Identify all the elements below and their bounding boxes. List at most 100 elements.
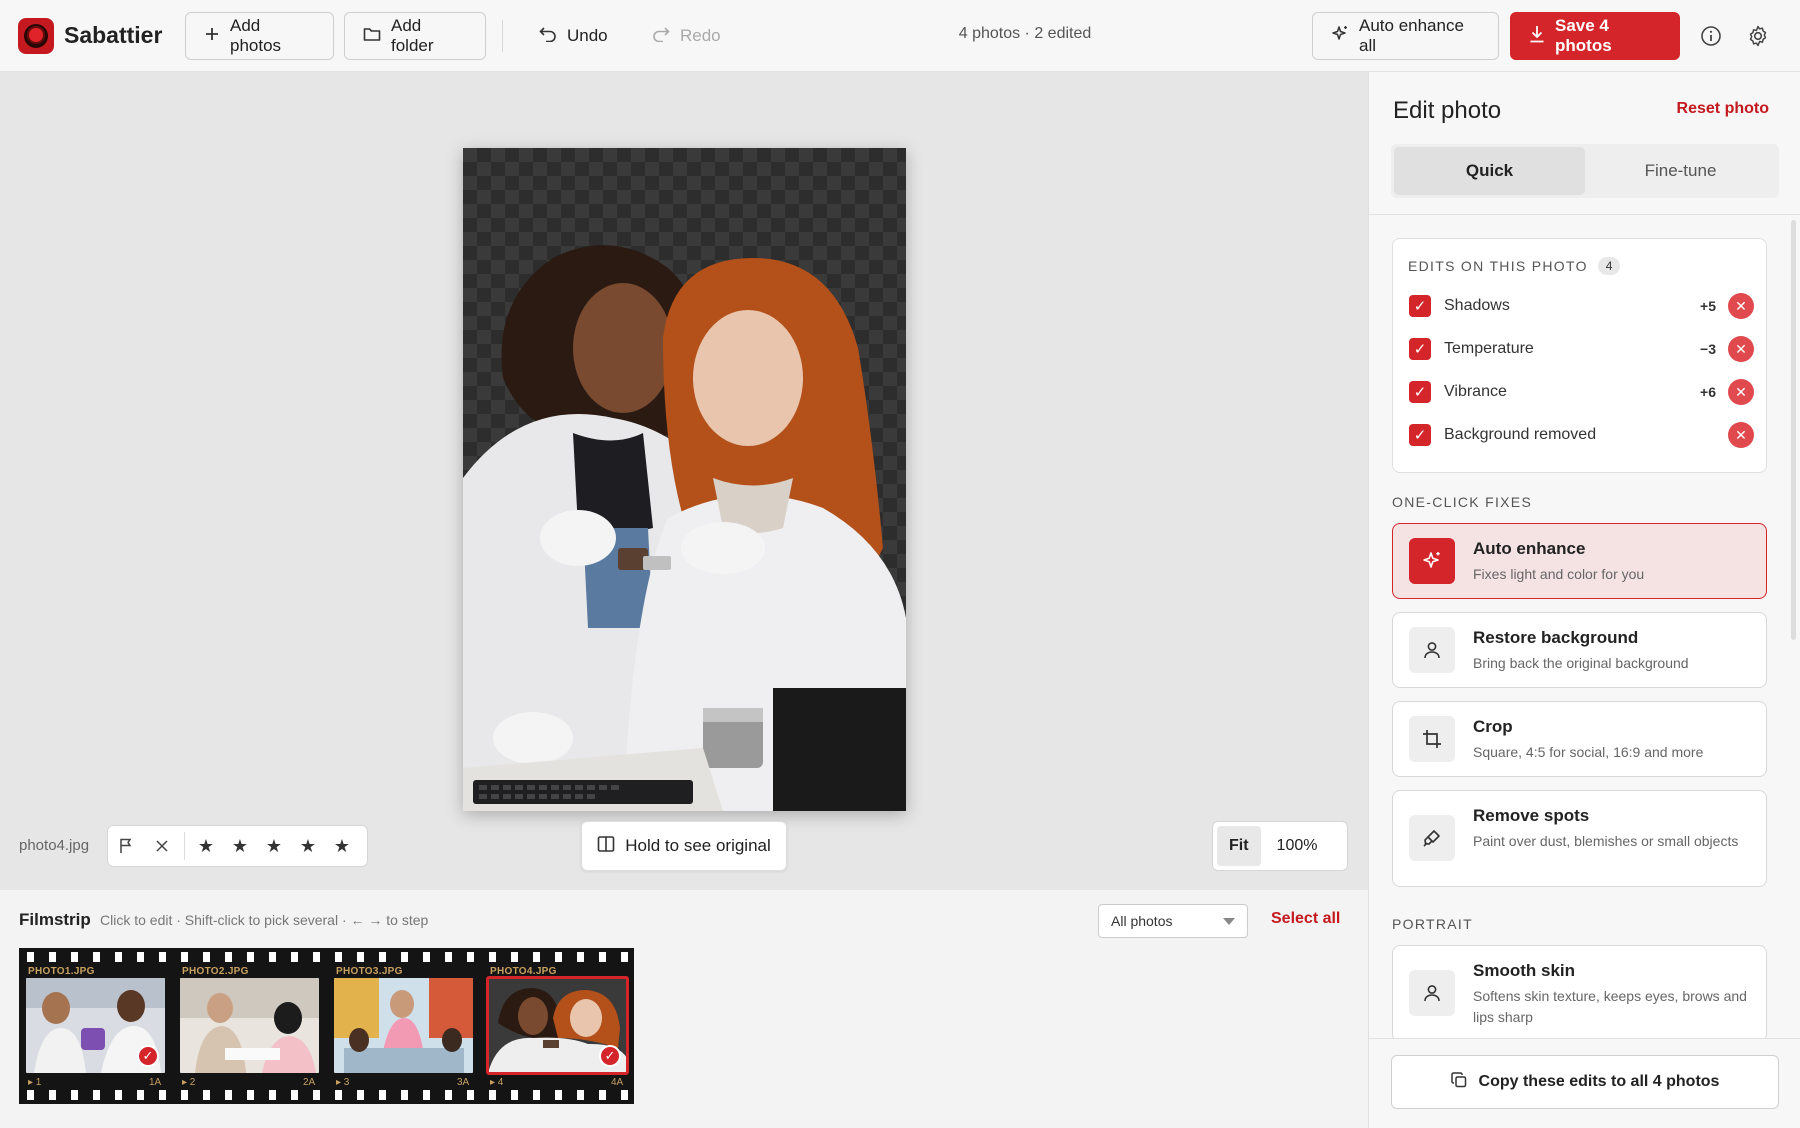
edited-check-icon: ✓ <box>137 1045 159 1067</box>
edit-checkbox[interactable]: ✓ <box>1409 424 1431 446</box>
panel-footer: Copy these edits to all 4 photos <box>1369 1038 1800 1128</box>
frame-number: ▸ 3 <box>336 1077 350 1088</box>
edit-checkbox[interactable]: ✓ <box>1409 338 1431 360</box>
film-perforation-bottom <box>19 1090 634 1100</box>
redo-label: Redo <box>680 26 721 45</box>
rating-divider <box>184 832 185 860</box>
mode-tabs: Quick Fine-tune <box>1391 144 1779 198</box>
fix-smooth-skin[interactable]: Smooth skin Softens skin texture, keeps … <box>1392 945 1767 1042</box>
star-2[interactable]: ★ <box>223 836 257 857</box>
frame-number: 1A <box>149 1077 162 1088</box>
tab-fine-tune[interactable]: Fine-tune <box>1585 147 1776 195</box>
person-icon <box>1409 970 1455 1016</box>
add-folder-button[interactable]: Add folder <box>344 12 486 60</box>
remove-edit-icon[interactable]: ✕ <box>1728 379 1754 405</box>
star-5[interactable]: ★ <box>325 836 359 857</box>
edit-panel: Edit photo Reset photo Quick Fine-tune E… <box>1368 72 1800 1128</box>
remove-edit-icon[interactable]: ✕ <box>1728 422 1754 448</box>
thumbnail-3 <box>334 978 473 1073</box>
copy-edits-button[interactable]: Copy these edits to all 4 photos <box>1391 1055 1779 1109</box>
edit-row-background-removed: ✓ Background removed ✕ <box>1409 420 1754 450</box>
star-3[interactable]: ★ <box>257 836 291 857</box>
thumbnail-2 <box>180 978 319 1073</box>
edit-row-vibrance: ✓ Vibrance +6 ✕ <box>1409 377 1754 407</box>
star-1[interactable]: ★ <box>189 836 223 857</box>
photo-count-status: 4 photos · 2 edited <box>958 25 1092 42</box>
undo-label: Undo <box>567 26 608 45</box>
save-photos-label: Save 4 photos <box>1555 16 1612 55</box>
frame-label: PHOTO4.JPG <box>490 966 557 977</box>
info-icon[interactable] <box>1697 22 1725 50</box>
film-strip: PHOTO1.JPG PHOTO2.JPG PHOTO3.JPG PHOTO4.… <box>19 948 634 1104</box>
fix-restore-background[interactable]: Restore background Bring back the origin… <box>1392 612 1767 688</box>
fix-remove-spots[interactable]: Remove spots Paint over dust, blemishes … <box>1392 790 1767 887</box>
top-toolbar: Sabattier Add photos Add folder Undo Red… <box>0 0 1800 72</box>
star-4[interactable]: ★ <box>291 836 325 857</box>
photo-filter-select[interactable]: All photos <box>1098 904 1248 938</box>
copy-edits-label: Copy these edits to all 4 photos <box>1478 1073 1720 1090</box>
chevron-down-icon <box>1223 918 1235 925</box>
current-filename: photo4.jpg <box>19 837 90 854</box>
panel-scrollbar[interactable] <box>1791 220 1796 640</box>
fix-subtitle: Softens skin texture, keeps eyes, brows … <box>1473 988 1747 1025</box>
filmstrip-title: Filmstrip <box>19 910 91 929</box>
frame-label: PHOTO2.JPG <box>182 966 249 977</box>
fix-title: Auto enhance <box>1473 539 1586 558</box>
person-icon <box>1409 627 1455 673</box>
reset-photo-link[interactable]: Reset photo <box>1677 100 1769 118</box>
redo-button[interactable]: Redo <box>633 12 740 60</box>
film-frame-2[interactable] <box>180 978 319 1073</box>
fix-crop[interactable]: Crop Square, 4:5 for social, 16:9 and mo… <box>1392 701 1767 777</box>
select-all-link[interactable]: Select all <box>1271 910 1340 928</box>
hold-button-label: Hold to see original <box>625 836 771 855</box>
film-perforation-top <box>19 952 634 962</box>
film-frame-3[interactable] <box>334 978 473 1073</box>
zoom-fit-button[interactable]: Fit <box>1217 826 1261 866</box>
save-photos-button[interactable]: Save 4 photos <box>1510 12 1680 60</box>
filmstrip-hint: Click to edit · Shift-click to pick seve… <box>100 912 429 928</box>
frame-number: 2A <box>303 1077 316 1088</box>
panel-title: Edit photo <box>1393 97 1502 124</box>
edits-list-card: EDITS ON THIS PHOTO 4 ✓ Shadows +5 ✕ ✓ T… <box>1392 238 1767 473</box>
auto-enhance-all-button[interactable]: Auto enhance all <box>1312 12 1499 60</box>
fix-auto-enhance[interactable]: Auto enhance Fixes light and color for y… <box>1392 523 1767 599</box>
hold-to-see-original-button[interactable]: Hold to see original <box>581 821 787 871</box>
frame-number: ▸ 2 <box>182 1077 196 1088</box>
zoom-100-button[interactable]: 100% <box>1265 826 1330 866</box>
undo-button[interactable]: Undo <box>520 12 627 60</box>
filmstrip: Filmstrip Click to edit · Shift-click to… <box>0 890 1368 1128</box>
photo-preview[interactable] <box>463 148 906 811</box>
portrait-label: PORTRAIT <box>1392 916 1473 932</box>
fix-title: Restore background <box>1473 628 1639 647</box>
remove-edit-icon[interactable]: ✕ <box>1728 336 1754 362</box>
gear-icon[interactable] <box>1744 22 1772 50</box>
add-folder-label: Add folder <box>391 16 434 55</box>
flag-icon[interactable] <box>108 826 144 866</box>
edit-value: −3 <box>1700 341 1716 357</box>
edit-label: Vibrance <box>1444 383 1507 400</box>
edit-row-temperature: ✓ Temperature −3 ✕ <box>1409 334 1754 364</box>
app-logo-icon <box>18 18 54 54</box>
film-frame-1[interactable]: ✓ <box>26 978 165 1073</box>
photo-illustration <box>463 245 906 811</box>
edit-checkbox[interactable]: ✓ <box>1409 381 1431 403</box>
panel-divider <box>1369 214 1800 215</box>
close-icon[interactable] <box>144 826 180 866</box>
frame-number: ▸ 1 <box>28 1077 42 1088</box>
frame-number: 4A <box>611 1077 624 1088</box>
film-frame-4[interactable]: ✓ <box>486 976 629 1075</box>
compare-icon <box>597 835 615 858</box>
fix-title: Crop <box>1473 717 1513 736</box>
fix-subtitle: Paint over dust, blemishes or small obje… <box>1473 833 1739 849</box>
add-photos-button[interactable]: Add photos <box>185 12 334 60</box>
folder-icon <box>363 26 381 47</box>
edit-checkbox[interactable]: ✓ <box>1409 295 1431 317</box>
edits-header-label: EDITS ON THIS PHOTO <box>1408 258 1588 274</box>
frame-number: ▸ 4 <box>490 1077 504 1088</box>
tab-quick[interactable]: Quick <box>1394 147 1585 195</box>
sparkle-icon <box>1331 25 1349 48</box>
edit-label: Background removed <box>1444 426 1597 443</box>
fix-subtitle: Square, 4:5 for social, 16:9 and more <box>1473 744 1704 760</box>
edit-value: +5 <box>1700 298 1716 314</box>
remove-edit-icon[interactable]: ✕ <box>1728 293 1754 319</box>
